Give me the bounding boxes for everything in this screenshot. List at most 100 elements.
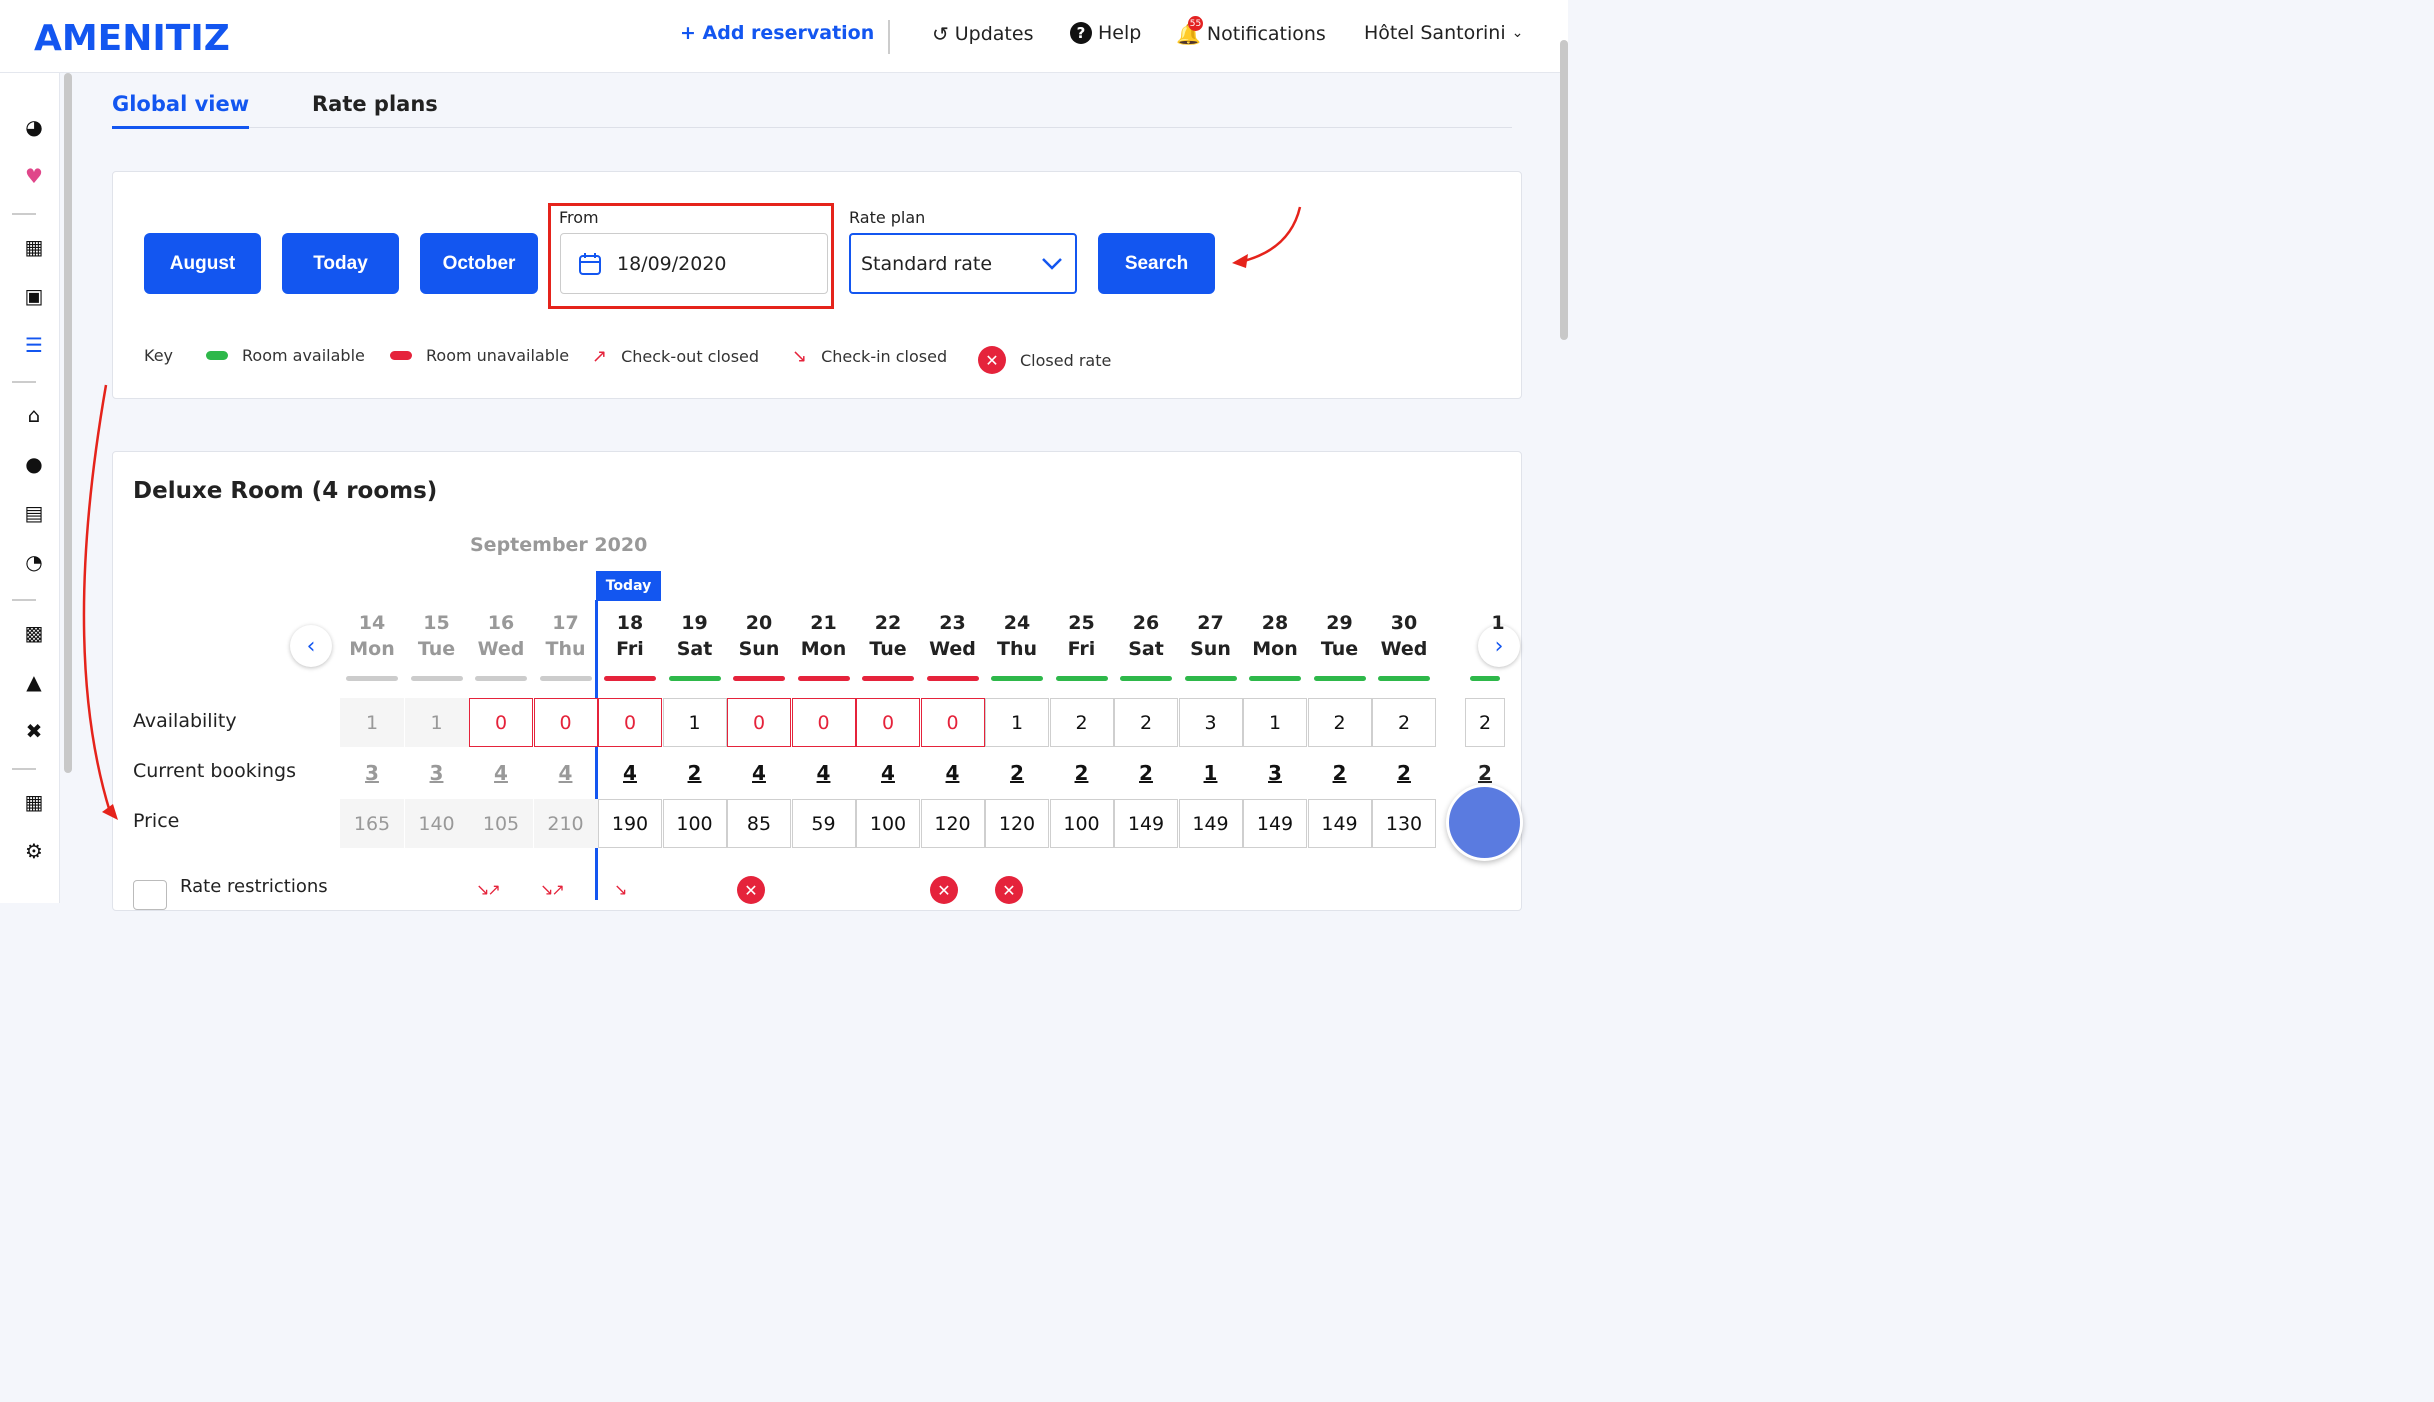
- status-bar: [539, 676, 592, 681]
- invoice-icon[interactable]: ▤: [22, 501, 46, 525]
- updates-link[interactable]: ↺ Updates: [932, 22, 1033, 46]
- availability-cell[interactable]: 2: [1465, 698, 1505, 747]
- help-label: Help: [1098, 22, 1142, 44]
- price-cell[interactable]: 130: [1372, 799, 1436, 848]
- availability-cell[interactable]: 1: [1243, 698, 1307, 747]
- price-cell[interactable]: 190: [598, 799, 662, 848]
- price-cell[interactable]: 140: [404, 799, 469, 848]
- bookings-cell[interactable]: 4: [598, 761, 662, 785]
- apps-icon[interactable]: ▦: [22, 790, 46, 814]
- bookings-cell[interactable]: 4: [921, 761, 985, 785]
- bookings-cell[interactable]: 2: [1372, 761, 1436, 785]
- rate-restrictions-toggle[interactable]: [133, 880, 167, 910]
- tab-rate-plans[interactable]: Rate plans: [312, 92, 438, 116]
- legend-label: Closed rate: [1020, 350, 1112, 370]
- october-button[interactable]: October: [420, 233, 538, 294]
- bookings-cell[interactable]: 2: [1308, 761, 1372, 785]
- restriction-arrows: ↘↗: [476, 880, 501, 899]
- status-bar: [733, 676, 785, 681]
- availability-cell[interactable]: 0: [727, 698, 791, 747]
- weekday: Tue: [417, 638, 456, 660]
- availability-cell[interactable]: 1: [985, 698, 1049, 747]
- availability-cell[interactable]: 0: [856, 698, 920, 747]
- cart-icon[interactable]: ▲: [22, 670, 46, 694]
- availability-cell[interactable]: 1: [662, 698, 727, 747]
- calendar-icon[interactable]: ▣: [22, 284, 46, 308]
- price-cell[interactable]: 149: [1307, 799, 1372, 848]
- availability-cell[interactable]: 0: [920, 698, 985, 747]
- price-cell[interactable]: 100: [662, 799, 727, 848]
- bookings-cell[interactable]: 3: [340, 761, 404, 785]
- tools-icon[interactable]: ✖: [22, 719, 46, 743]
- price-cell[interactable]: 149: [1178, 799, 1243, 848]
- price-label: Price: [133, 810, 180, 832]
- bookings-cell[interactable]: 4: [792, 761, 856, 785]
- price-cell[interactable]: 85: [727, 799, 791, 848]
- bookings-cell[interactable]: 2: [1050, 761, 1114, 785]
- weekday: Sat: [1128, 638, 1164, 660]
- august-button[interactable]: August: [144, 233, 261, 294]
- dashboard-icon[interactable]: ◕: [22, 115, 46, 139]
- weekday: Mon: [800, 638, 847, 660]
- availability-cell[interactable]: 0: [791, 698, 856, 747]
- chat-widget-button[interactable]: [1446, 784, 1523, 861]
- hotel-selector[interactable]: Hôtel Santorini ⌄: [1364, 22, 1523, 44]
- availability-cell[interactable]: 0: [469, 698, 533, 747]
- rate-plan-select[interactable]: Standard rate: [849, 233, 1077, 294]
- guests-icon[interactable]: ●: [22, 452, 46, 476]
- availability-cell[interactable]: 3: [1178, 698, 1243, 747]
- bookings-cell[interactable]: 3: [1243, 761, 1307, 785]
- bookings-cell[interactable]: 2: [663, 761, 727, 785]
- scrollbar[interactable]: [1560, 40, 1568, 340]
- price-cell[interactable]: 210: [533, 799, 598, 848]
- tab-global-view[interactable]: Global view: [112, 92, 250, 129]
- logo[interactable]: AMENITIZ: [34, 18, 230, 59]
- availability-cell[interactable]: 2: [1372, 698, 1436, 747]
- close-icon: ✕: [995, 876, 1023, 904]
- scrollbar[interactable]: [64, 73, 72, 773]
- bookings-cell[interactable]: 2: [1465, 761, 1505, 785]
- home-icon[interactable]: ⌂: [22, 403, 46, 427]
- settings-icon[interactable]: ⚙: [22, 839, 46, 863]
- bookings-cell[interactable]: 2: [985, 761, 1049, 785]
- bookings-cell[interactable]: 1: [1179, 761, 1243, 785]
- bookings-cell[interactable]: 4: [856, 761, 920, 785]
- bookings-cell[interactable]: 3: [405, 761, 469, 785]
- availability-cell[interactable]: 2: [1307, 698, 1372, 747]
- availability-cell[interactable]: 2: [1049, 698, 1114, 747]
- price-cell[interactable]: 100: [1049, 799, 1114, 848]
- availability-cell[interactable]: 1: [404, 698, 469, 747]
- help-link[interactable]: ? Help: [1070, 22, 1141, 44]
- add-reservation-link[interactable]: + Add reservation: [680, 22, 874, 44]
- day-header: 19 Sat: [665, 610, 725, 662]
- price-cell[interactable]: 120: [985, 799, 1049, 848]
- website-icon[interactable]: ▩: [22, 621, 46, 645]
- prev-button[interactable]: ‹: [290, 625, 332, 667]
- day-header: 30 Wed: [1374, 610, 1434, 662]
- search-button[interactable]: Search: [1098, 233, 1215, 294]
- rates-icon[interactable]: ☰: [22, 333, 46, 357]
- price-cell[interactable]: 59: [791, 799, 856, 848]
- price-cell[interactable]: 165: [340, 799, 404, 848]
- day-header: 1: [1468, 610, 1528, 636]
- availability-cell[interactable]: 2: [1114, 698, 1178, 747]
- heart-icon[interactable]: ♥: [22, 164, 46, 188]
- sidebar-divider: [12, 768, 36, 770]
- price-cell[interactable]: 149: [1114, 799, 1178, 848]
- today-button[interactable]: Today: [282, 233, 399, 294]
- bookings-cell[interactable]: 2: [1114, 761, 1178, 785]
- price-cell[interactable]: 105: [469, 799, 533, 848]
- stats-icon[interactable]: ◔: [22, 550, 46, 574]
- bookings-cell[interactable]: 4: [469, 761, 533, 785]
- reservations-icon[interactable]: ▦: [22, 235, 46, 259]
- notifications-link[interactable]: 🔔 55 Notifications: [1176, 16, 1326, 46]
- price-cell[interactable]: 149: [1243, 799, 1307, 848]
- bookings-cell[interactable]: 4: [534, 761, 598, 785]
- availability-cell[interactable]: 0: [533, 698, 598, 747]
- availability-cell[interactable]: 0: [598, 698, 662, 747]
- price-cell[interactable]: 100: [856, 799, 920, 848]
- price-cell[interactable]: 120: [920, 799, 985, 848]
- from-date-input[interactable]: 18/09/2020: [560, 233, 828, 294]
- bookings-cell[interactable]: 4: [727, 761, 791, 785]
- availability-cell[interactable]: 1: [340, 698, 404, 747]
